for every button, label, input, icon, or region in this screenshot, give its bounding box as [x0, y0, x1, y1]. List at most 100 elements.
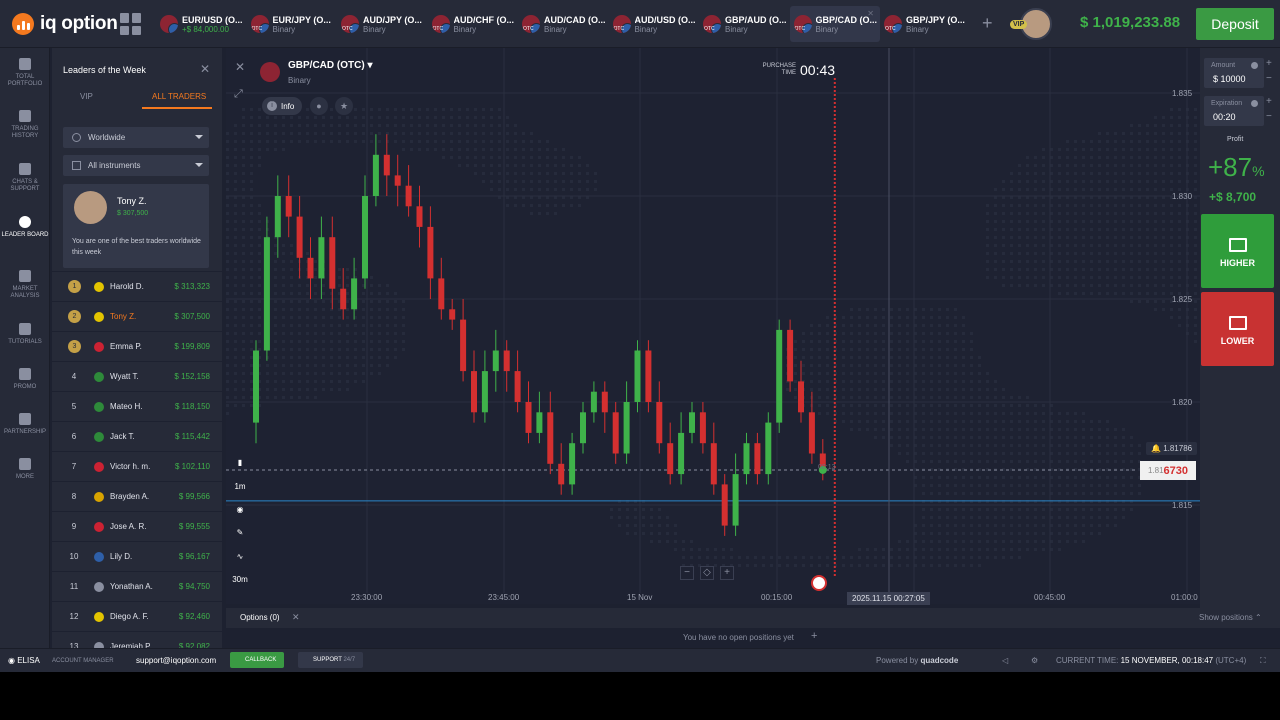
region-select[interactable]: Worldwide: [63, 127, 209, 148]
asset-tab[interactable]: AUD/JPY (O...Binary: [337, 6, 428, 42]
info-button[interactable]: i Info: [262, 97, 302, 115]
map-dot: [482, 124, 485, 127]
map-dot: [314, 268, 317, 271]
nav-item-tutorials[interactable]: TUTORIALS: [0, 323, 50, 346]
leaderboard-row[interactable]: 7 Victor h. m. $ 102,110: [52, 451, 222, 481]
nav-item-chats-support[interactable]: CHATS & SUPPORT: [0, 163, 50, 193]
higher-button[interactable]: HIGHER: [1201, 214, 1274, 288]
help-icon[interactable]: [1251, 100, 1258, 107]
price-prefix: 1.81: [1147, 466, 1164, 475]
volume-icon[interactable]: ◁: [1002, 656, 1008, 665]
nav-item-partnership[interactable]: PARTNERSHIP: [0, 413, 50, 436]
asset-tab[interactable]: GBP/AUD (O...Binary: [699, 6, 790, 42]
zoom-out-button[interactable]: −: [680, 566, 694, 580]
map-dot: [346, 116, 349, 119]
apps-grid-icon[interactable]: [120, 13, 142, 35]
brand-logo[interactable]: iq option: [12, 12, 118, 36]
asset-tab[interactable]: GBP/JPY (O...Binary: [880, 6, 971, 42]
amount-field[interactable]: Amount $ 10000: [1204, 58, 1264, 88]
deposit-button[interactable]: Deposit: [1196, 8, 1274, 40]
support-button[interactable]: SUPPORT 24/7: [298, 652, 364, 668]
map-dot: [290, 116, 293, 119]
lower-button[interactable]: LOWER: [1201, 292, 1274, 366]
trader-amount: $ 199,809: [174, 342, 210, 351]
add-tab-button[interactable]: +: [982, 14, 993, 32]
expiration-minus-button[interactable]: −: [1266, 111, 1272, 122]
tab-all-traders[interactable]: ALL TRADERS: [152, 92, 206, 101]
leaderboard-row[interactable]: 11 Yonathan A. $ 94,750: [52, 571, 222, 601]
leaderboard-row[interactable]: 8 Brayden A. $ 99,566: [52, 481, 222, 511]
map-dot: [562, 188, 565, 191]
leaderboard-row[interactable]: 4 Wyatt T. $ 152,158: [52, 361, 222, 391]
settings-gear-icon[interactable]: ⚙: [1031, 656, 1038, 665]
wave-icon[interactable]: ∿: [231, 552, 249, 561]
map-dot: [362, 372, 365, 375]
callback-button[interactable]: CALLBACK: [230, 652, 285, 668]
user-badge[interactable]: ◉ ELISA: [8, 656, 40, 665]
reset-zoom-button[interactable]: ◇: [700, 566, 714, 580]
asset-tab[interactable]: AUD/USD (O...Binary: [609, 6, 700, 42]
map-dot: [1002, 204, 1005, 207]
show-positions-button[interactable]: Show positions ⌃: [1199, 613, 1262, 622]
expiration-plus-button[interactable]: +: [1266, 96, 1272, 107]
nav-item-total-portfolio[interactable]: TOTAL PORTFOLIO: [0, 58, 50, 88]
map-dot: [954, 436, 957, 439]
map-dot: [1162, 148, 1165, 151]
amount-plus-button[interactable]: +: [1266, 58, 1272, 69]
bell-icon[interactable]: ●: [310, 97, 328, 115]
map-dot: [1034, 532, 1037, 535]
indicators-icon[interactable]: ◉: [231, 505, 249, 514]
tab-vip[interactable]: VIP: [80, 92, 93, 101]
leaderboard-row[interactable]: 5 Mateo H. $ 118,150: [52, 391, 222, 421]
leaderboard-row[interactable]: 6 Jack T. $ 115,442: [52, 421, 222, 451]
add-position-icon[interactable]: +: [811, 630, 817, 642]
nav-item-leader-board[interactable]: LEADER BOARD: [0, 216, 50, 239]
asset-tab[interactable]: GBP/CAD (O...Binary✕: [789, 6, 880, 42]
chart-type-icon[interactable]: ▮: [231, 458, 249, 467]
leaderboard-row[interactable]: 12 Diego A. F. $ 92,460: [52, 601, 222, 631]
close-tab-icon[interactable]: ✕: [867, 9, 874, 18]
price-alert-tag[interactable]: 🔔 1.81786: [1146, 442, 1198, 455]
help-icon[interactable]: [1251, 62, 1258, 69]
asset-tab[interactable]: AUD/CAD (O...Binary: [518, 6, 609, 42]
tab-sub: Binary: [634, 24, 658, 34]
close-chart-icon[interactable]: ✕: [235, 60, 245, 74]
interval-button[interactable]: 30m: [231, 575, 249, 584]
close-icon[interactable]: ✕: [292, 612, 300, 623]
options-tab[interactable]: Options (0): [240, 613, 280, 622]
leaderboard-row[interactable]: 9 Jose A. R. $ 99,555: [52, 511, 222, 541]
support-email[interactable]: support@iqoption.com: [136, 656, 216, 665]
nav-item-trading-history[interactable]: TRADING HISTORY: [0, 110, 50, 140]
close-icon[interactable]: ✕: [200, 62, 210, 76]
star-icon[interactable]: ★: [335, 97, 353, 115]
amount-minus-button[interactable]: −: [1266, 73, 1272, 84]
expand-icon[interactable]: ⤢: [234, 88, 243, 101]
map-dot: [1114, 148, 1117, 151]
asset-tab[interactable]: AUD/CHF (O...Binary: [428, 6, 519, 42]
leaderboard-row[interactable]: 2 Tony Z. $ 307,500: [52, 301, 222, 331]
timeframe-button[interactable]: 1m: [231, 482, 249, 491]
candle-body: [460, 319, 467, 372]
map-dot: [234, 348, 237, 351]
map-dot: [330, 140, 333, 143]
nav-item-more[interactable]: MORE: [0, 458, 50, 481]
leaderboard-row[interactable]: 1 Harold D. $ 313,323: [52, 271, 222, 301]
price-chart[interactable]: [226, 48, 1200, 604]
asset-tab[interactable]: EUR/USD (O... +$ 84,000.00: [156, 6, 247, 42]
map-dot: [402, 332, 405, 335]
leaderboard-row[interactable]: 10 Lily D. $ 96,167: [52, 541, 222, 571]
nav-item-market-analysis[interactable]: MARKET ANALYSIS: [0, 270, 50, 300]
account-balance[interactable]: $ 1,019,233.88: [1080, 14, 1180, 31]
leaderboard-row[interactable]: 3 Emma P. $ 199,809: [52, 331, 222, 361]
draw-icon[interactable]: ✎: [231, 528, 249, 537]
map-dot: [954, 452, 957, 455]
zoom-in-button[interactable]: +: [720, 566, 734, 580]
map-dot: [1018, 476, 1021, 479]
asset-tab[interactable]: EUR/JPY (O...Binary: [247, 6, 338, 42]
nav-item-promo[interactable]: PROMO: [0, 368, 50, 391]
expiration-field[interactable]: Expiration 00:20: [1204, 96, 1264, 126]
instruments-select[interactable]: All instruments: [63, 155, 209, 176]
fullscreen-icon[interactable]: ⛶: [1260, 656, 1266, 666]
map-dot: [1138, 172, 1141, 175]
map-dot: [234, 324, 237, 327]
